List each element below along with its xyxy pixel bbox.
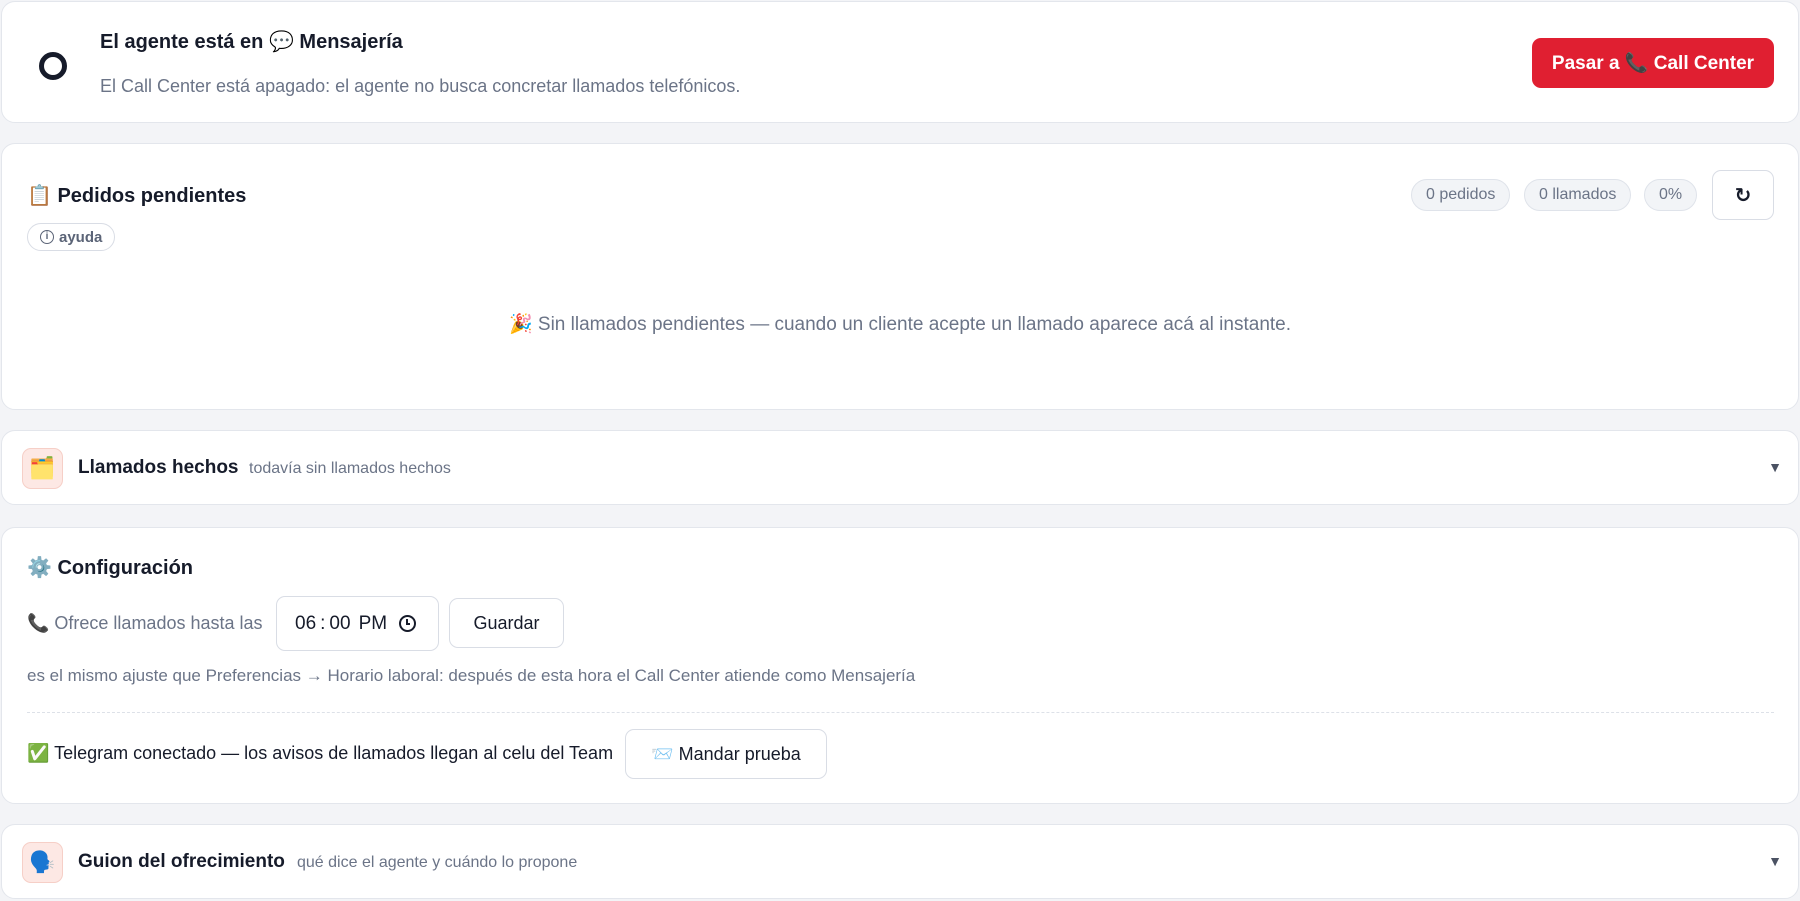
help-label: ayuda [59, 228, 103, 246]
clock-icon[interactable] [399, 615, 416, 632]
agent-status-card: El agente está en 💬 Mensajería El Call C… [1, 1, 1799, 123]
pending-orders-card: 📋 Pedidos pendientes i ayuda 0 pedidos 0… [1, 143, 1799, 410]
chevron-down-icon[interactable]: ▼ [1768, 853, 1782, 869]
chevron-down-icon[interactable]: ▼ [1768, 459, 1782, 475]
percent-badge: 0% [1644, 179, 1698, 211]
pending-orders-title: 📋 Pedidos pendientes [27, 185, 247, 207]
calls-done-hint: todavía sin llamados hechos [249, 460, 451, 477]
save-button[interactable]: Guardar [449, 598, 564, 648]
speaking-head-icon: 🗣️ [22, 842, 63, 883]
offer-script-title: Guion del ofrecimiento [78, 851, 285, 872]
configuration-title: ⚙️ Configuración [27, 557, 194, 579]
orders-count-badge: 0 pedidos [1411, 179, 1511, 211]
folder-icon: 🗂️ [22, 448, 63, 489]
info-icon: i [40, 230, 54, 244]
telegram-status: ✅ Telegram conectado — los avisos de lla… [27, 743, 614, 763]
switch-to-call-center-button[interactable]: Pasar a 📞 Call Center [1532, 38, 1774, 88]
calls-done-section[interactable]: 🗂️ Llamados hechos todavía sin llamados … [1, 430, 1799, 505]
offer-calls-label: 📞 Ofrece llamados hasta las [27, 613, 263, 633]
time-separator: : [320, 612, 326, 634]
time-minutes[interactable]: 00 [329, 613, 350, 635]
configuration-card: ⚙️ Configuración 📞 Ofrece llamados hasta… [1, 527, 1799, 804]
time-period[interactable]: PM [359, 613, 388, 635]
send-test-button[interactable]: 📨 Mandar prueba [625, 729, 827, 779]
offer-script-section[interactable]: 🗣️ Guion del ofrecimiento qué dice el ag… [1, 824, 1799, 899]
refresh-icon: ↻ [1734, 184, 1752, 207]
end-time-input[interactable]: 06 : 00 PM [276, 596, 439, 651]
empty-state-message: 🎉 Sin llamados pendientes — cuando un cl… [508, 314, 1292, 335]
settings-note: es el mismo ajuste que Preferencias → Ho… [27, 666, 916, 685]
agent-status-subtitle: El Call Center está apagado: el agente n… [100, 76, 741, 96]
divider [27, 712, 1774, 713]
offer-script-hint: qué dice el agente y cuándo lo propone [297, 854, 578, 871]
calls-count-badge: 0 llamados [1524, 179, 1632, 211]
time-hours[interactable]: 06 [295, 613, 316, 635]
calls-done-title: Llamados hechos [78, 457, 239, 478]
status-ring-icon [39, 52, 67, 80]
agent-status-title: El agente está en 💬 Mensajería [100, 31, 403, 53]
refresh-button[interactable]: ↻ [1712, 170, 1774, 220]
help-chip[interactable]: i ayuda [27, 223, 116, 251]
